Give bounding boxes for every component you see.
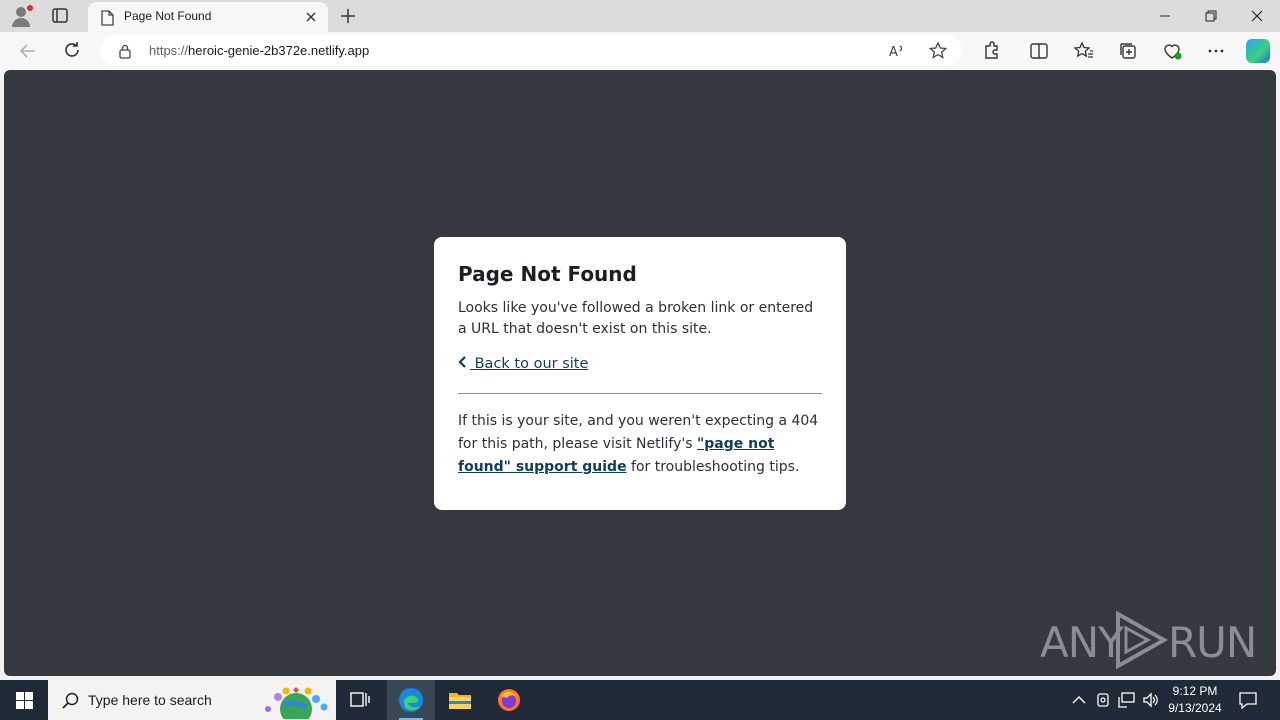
refresh-icon[interactable] <box>58 38 86 64</box>
file-explorer-icon[interactable] <box>436 680 484 720</box>
split-screen-icon[interactable] <box>1027 39 1051 63</box>
firefox-icon[interactable] <box>485 680 533 720</box>
taskbar-clock[interactable]: 9:12 PM 9/13/2024 <box>1158 683 1232 717</box>
minimize-button[interactable] <box>1142 0 1188 32</box>
windows-start-icon[interactable] <box>0 680 48 720</box>
back-arrow-icon[interactable] <box>14 38 42 64</box>
back-link-label: Back to our site <box>470 356 589 372</box>
chevron-left-icon <box>458 356 468 372</box>
copilot-icon[interactable] <box>1246 39 1270 63</box>
lead-text: Looks like you've followed a broken link… <box>458 300 814 337</box>
url-scheme: https:// <box>149 43 189 58</box>
tab-title: Page Not Found <box>124 9 212 23</box>
watermark-run: RUN <box>1168 618 1257 667</box>
taskbar: Type here to search 9:12 PM 9/13/2024 <box>0 680 1280 720</box>
play-logo-icon <box>1116 610 1169 670</box>
page-heading: Page Not Found <box>458 262 637 286</box>
taskbar-search-box[interactable]: Type here to search <box>48 680 336 720</box>
footer-text-post: for troubleshooting tips. <box>626 459 800 475</box>
notification-icon[interactable] <box>1236 688 1260 712</box>
search-placeholder: Type here to search <box>88 692 212 708</box>
url-host: heroic-genie-2b372e.netlify.app <box>188 43 370 58</box>
network-icon[interactable] <box>1116 680 1138 720</box>
page-icon <box>100 10 114 31</box>
read-aloud-icon[interactable]: A <box>887 40 909 62</box>
svg-text:A: A <box>889 45 898 60</box>
task-view-icon[interactable] <box>336 680 384 720</box>
edge-taskbar-icon[interactable] <box>387 680 435 720</box>
footer-text: If this is your site, and you weren't ex… <box>458 410 824 479</box>
url-text[interactable]: https://heroic-genie-2b372e.netlify.app <box>149 43 369 58</box>
not-found-card: Page Not Found Looks like you've followe… <box>434 237 846 510</box>
restore-button[interactable] <box>1188 0 1234 32</box>
clock-time: 9:12 PM <box>1172 684 1218 698</box>
more-options-icon[interactable] <box>1204 39 1228 63</box>
lock-icon[interactable] <box>118 43 132 64</box>
favorites-icon[interactable] <box>1072 39 1096 63</box>
browser-toolbar: https://heroic-genie-2b372e.netlify.app … <box>0 32 1280 70</box>
close-tab-icon[interactable] <box>302 8 320 26</box>
browser-essentials-icon[interactable] <box>1160 39 1184 63</box>
divider <box>458 393 822 394</box>
favorite-star-icon[interactable] <box>927 40 949 62</box>
tab-page-not-found[interactable]: Page Not Found <box>88 2 328 32</box>
page-viewport: Page Not Found Looks like you've followe… <box>4 70 1276 676</box>
collections-icon[interactable] <box>1116 39 1140 63</box>
profile-icon[interactable] <box>10 5 33 27</box>
close-window-button[interactable] <box>1234 0 1280 32</box>
new-tab-button[interactable] <box>336 5 360 27</box>
device-icon[interactable] <box>1093 680 1113 720</box>
clock-date: 9/13/2024 <box>1168 701 1222 715</box>
back-to-site-link[interactable]: Back to our site <box>458 356 822 376</box>
extensions-icon[interactable] <box>979 39 1003 63</box>
address-bar[interactable]: https://heroic-genie-2b372e.netlify.app … <box>100 35 962 66</box>
search-highlight-art-icon <box>260 683 332 720</box>
search-icon <box>62 692 80 715</box>
title-bar: Page Not Found <box>0 0 1280 32</box>
anyrun-watermark: ANY RUN <box>1040 608 1257 672</box>
tab-actions-icon[interactable] <box>48 6 72 26</box>
show-hidden-icons-chevron-icon[interactable] <box>1068 680 1090 720</box>
